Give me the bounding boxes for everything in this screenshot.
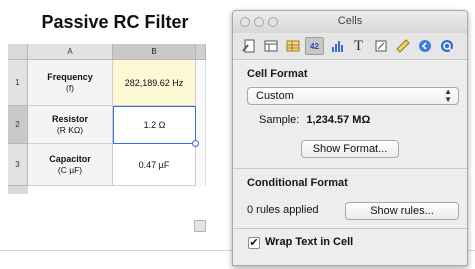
text-icon[interactable]: T	[349, 37, 368, 55]
title-shadow-decoration	[60, 36, 180, 42]
column-header-a[interactable]: A	[28, 44, 113, 60]
cell-value: 0.47 µF	[138, 159, 170, 170]
cell-format-popup[interactable]: Custom ▲ ▼	[247, 87, 459, 105]
cell-format-selected: Custom	[256, 90, 294, 102]
window-title: Cells	[337, 15, 363, 27]
sheet-title[interactable]: Passive RC Filter	[35, 12, 195, 33]
sample-label: Sample:	[259, 114, 300, 126]
rules-applied-text: 0 rules applied	[247, 204, 319, 216]
row-header-2[interactable]: 2	[8, 106, 28, 144]
show-format-button[interactable]: Show Format...	[301, 140, 399, 158]
wrap-text-label[interactable]: Wrap Text in Cell	[265, 236, 353, 248]
wrap-text-checkbox[interactable]: ✔	[248, 237, 260, 249]
updown-arrows-icon: ▲ ▼	[444, 87, 452, 104]
cell-a1[interactable]: Frequency (f)	[28, 60, 113, 106]
ruler-icon[interactable]	[393, 37, 412, 55]
column-add-handle[interactable]	[196, 44, 206, 60]
chart-icon[interactable]	[327, 37, 346, 55]
cell-value: 282,189.62 Hz	[124, 77, 184, 88]
cell-unit: (f)	[65, 83, 75, 93]
row-header-1[interactable]: 1	[8, 60, 28, 106]
selection-resize-handle[interactable]	[192, 140, 199, 147]
cells-icon[interactable]: 42	[305, 37, 324, 55]
table-corner-handle[interactable]	[8, 44, 28, 60]
conditional-format-heading: Conditional Format	[247, 177, 348, 189]
table[interactable]: A B 1 2 3 Frequency (f) 282,189.62 Hz Re…	[8, 44, 206, 232]
table-icon[interactable]	[283, 37, 302, 55]
cells-inspector-window: Cells 42 T Cell Format Custom ▲ ▼ Sample…	[232, 10, 468, 266]
cell-b2-selected[interactable]: 1.2 Ω	[113, 106, 196, 144]
link-icon[interactable]	[415, 37, 434, 55]
show-rules-button[interactable]: Show rules...	[345, 202, 459, 220]
cell-label: Resistor	[51, 114, 88, 124]
row-header-3[interactable]: 3	[8, 144, 28, 186]
layout-icon[interactable]	[261, 37, 280, 55]
inspector-toolbar: 42 T	[233, 33, 467, 60]
sample-value: 1,234.57 MΩ	[306, 114, 371, 126]
section-divider	[233, 168, 467, 169]
window-titlebar[interactable]: Cells	[233, 11, 467, 34]
cell-unit: (C µF)	[57, 165, 83, 175]
cell-label: Frequency	[47, 72, 93, 82]
cell-unit: (R KΩ)	[56, 125, 84, 135]
cell-format-heading: Cell Format	[247, 68, 308, 80]
cell-a2[interactable]: Resistor (R KΩ)	[28, 106, 113, 144]
table-resize-handle[interactable]	[194, 220, 206, 232]
section-divider	[233, 228, 467, 229]
column-header-b[interactable]: B	[113, 44, 196, 60]
document-icon[interactable]	[239, 37, 258, 55]
column-gutter	[196, 60, 206, 186]
cell-label: Capacitor	[49, 154, 91, 164]
quicktime-icon[interactable]	[437, 37, 456, 55]
cell-a3[interactable]: Capacitor (C µF)	[28, 144, 113, 186]
cell-b1[interactable]: 282,189.62 Hz	[113, 60, 196, 106]
row-add-handle[interactable]	[8, 186, 28, 194]
cell-value: 1.2 Ω	[143, 120, 166, 130]
cell-b3[interactable]: 0.47 µF	[113, 144, 196, 186]
format-sample: Sample: 1,234.57 MΩ	[259, 114, 370, 126]
shape-icon[interactable]	[371, 37, 390, 55]
